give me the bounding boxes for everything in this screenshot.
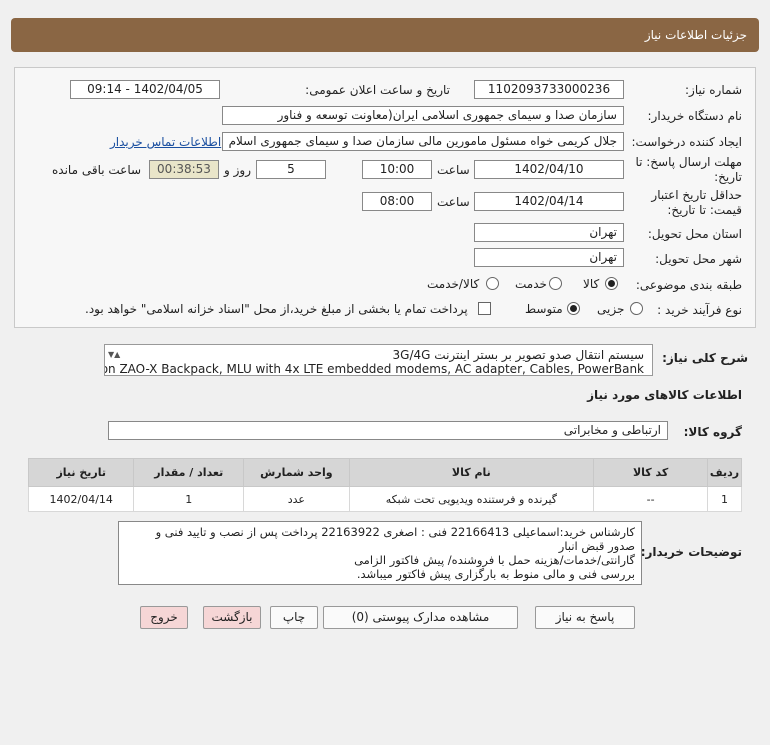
deadline-label-1: مهلت ارسال پاسخ: تا <box>635 155 742 169</box>
remaining-time-field: 00:38:53 <box>149 160 219 179</box>
process-medium-radio[interactable] <box>567 302 580 315</box>
col-qty: تعداد / مقدار <box>133 458 245 487</box>
need-number-field[interactable]: 1102093733000236 <box>474 80 624 99</box>
validity-time-field[interactable]: 08:00 <box>362 192 432 211</box>
process-label: نوع فرآیند خرید : <box>657 303 742 317</box>
page-header: جزئیات اطلاعات نیاز <box>11 18 759 52</box>
notes-line-1: کارشناس خرید:اسماعیلی 22166413 فنی : اصغ… <box>155 525 635 539</box>
buyer-org-field[interactable]: سازمان صدا و سیمای جمهوری اسلامی ایران(م… <box>222 106 624 125</box>
validity-time-label: ساعت <box>437 195 470 209</box>
exit-button[interactable]: خروج <box>140 606 188 629</box>
validity-date-field[interactable]: 1402/04/14 <box>474 192 624 211</box>
days-field[interactable]: 5 <box>256 160 326 179</box>
attachments-button[interactable]: مشاهده مدارک پیوستی (0) <box>323 606 518 629</box>
deadline-time-label: ساعت <box>437 163 470 177</box>
buyer-notes-label: توضیحات خریدار: <box>640 545 742 559</box>
cell-unit: عدد <box>243 486 350 512</box>
goods-table: ردیف کد کالا نام کالا واحد شمارش تعداد /… <box>27 458 742 512</box>
category-service-radio[interactable] <box>549 277 562 290</box>
process-medium-label: متوسط <box>525 302 563 316</box>
process-minor-label: جزیی <box>597 302 625 316</box>
print-button[interactable]: چاپ <box>270 606 318 629</box>
buyer-org-label: نام دستگاه خریدار: <box>647 109 743 123</box>
goods-section-title: اطلاعات کالاهای مورد نیاز <box>587 388 742 402</box>
contact-info-link[interactable]: اطلاعات تماس خریدار <box>110 135 221 149</box>
category-goods-label: کالا <box>583 277 600 291</box>
description-line-2: Soliton ZAO-X Backpack, MLU with 4x LTE … <box>104 362 644 376</box>
col-code: کد کالا <box>593 458 709 487</box>
col-index: ردیف <box>707 458 742 487</box>
reply-button[interactable]: پاسخ به نیاز <box>535 606 635 629</box>
province-field[interactable]: تهران <box>474 223 624 242</box>
back-button[interactable]: بازگشت <box>203 606 261 629</box>
description-line-1: سیستم انتقال صدو تصویر بر بستر اینترنت 3… <box>392 348 644 362</box>
col-name: نام کالا <box>348 458 595 487</box>
process-minor-radio[interactable] <box>630 302 643 315</box>
treasury-payment-checkbox[interactable] <box>478 302 491 315</box>
creator-label: ایجاد کننده درخواست: <box>631 135 742 149</box>
remaining-label: ساعت باقی مانده <box>52 163 142 177</box>
page-title: جزئیات اطلاعات نیاز <box>644 28 747 42</box>
cell-qty: 1 <box>133 486 245 512</box>
goods-group-field[interactable]: ارتباطی و مخابراتی <box>108 421 668 440</box>
province-label: استان محل تحویل: <box>647 227 742 241</box>
category-both-label: کالا/خدمت <box>427 277 480 291</box>
goods-group-label: گروه کالا: <box>683 425 742 439</box>
category-goods-radio[interactable] <box>605 277 618 290</box>
validity-label-1: حداقل تاریخ اعتبار <box>651 188 742 202</box>
announce-label: تاریخ و ساعت اعلان عمومی: <box>305 83 450 97</box>
buyer-notes-box[interactable]: کارشناس خرید:اسماعیلی 22166413 فنی : اصغ… <box>118 521 642 585</box>
cell-date: 1402/04/14 <box>27 486 135 512</box>
goods-table-header: ردیف کد کالا نام کالا واحد شمارش تعداد /… <box>27 458 742 487</box>
announce-field[interactable]: 1402/04/05 - 09:14 <box>70 80 220 99</box>
days-label: روز و <box>224 163 251 177</box>
cell-index: 1 <box>707 486 742 512</box>
col-unit: واحد شمارش <box>243 458 350 487</box>
col-date: تاریخ نیاز <box>27 458 135 487</box>
notes-line-2: صدور قبض انبار <box>558 539 635 553</box>
creator-field[interactable]: جلال کریمی خواه مسئول مامورین مالی سازما… <box>222 132 624 151</box>
description-textarea[interactable]: ▲▼ سیستم انتقال صدو تصویر بر بستر اینترن… <box>104 344 653 376</box>
validity-label-2: قیمت: تا تاریخ: <box>667 203 742 217</box>
cell-code: -- <box>593 486 709 512</box>
treasury-payment-note: پرداخت تمام یا بخشی از مبلغ خرید،از محل … <box>85 302 468 316</box>
notes-line-3: گارانتی/خدمات/هزینه حمل با فروشنده/ پیش … <box>354 553 635 567</box>
deadline-date-field[interactable]: 1402/04/10 <box>474 160 624 179</box>
notes-line-4: بررسی فنی و مالی منوط به بارگزاری پیش فا… <box>356 567 635 581</box>
category-label: طبقه بندی موضوعی: <box>635 278 742 292</box>
resize-icon: ▲▼ <box>108 350 121 359</box>
city-label: شهر محل تحویل: <box>655 252 742 266</box>
category-service-label: خدمت <box>515 277 547 291</box>
deadline-label-2: تاریخ: <box>714 170 742 184</box>
description-label: شرح کلی نیاز: <box>662 351 748 365</box>
cell-name: گیرنده و فرستنده ویدیویی تحت شبکه <box>348 486 595 512</box>
category-both-radio[interactable] <box>486 277 499 290</box>
table-row[interactable]: 1 -- گیرنده و فرستنده ویدیویی تحت شبکه ع… <box>27 486 742 512</box>
need-number-label: شماره نیاز: <box>685 83 742 97</box>
deadline-time-field[interactable]: 10:00 <box>362 160 432 179</box>
city-field[interactable]: تهران <box>474 248 624 267</box>
